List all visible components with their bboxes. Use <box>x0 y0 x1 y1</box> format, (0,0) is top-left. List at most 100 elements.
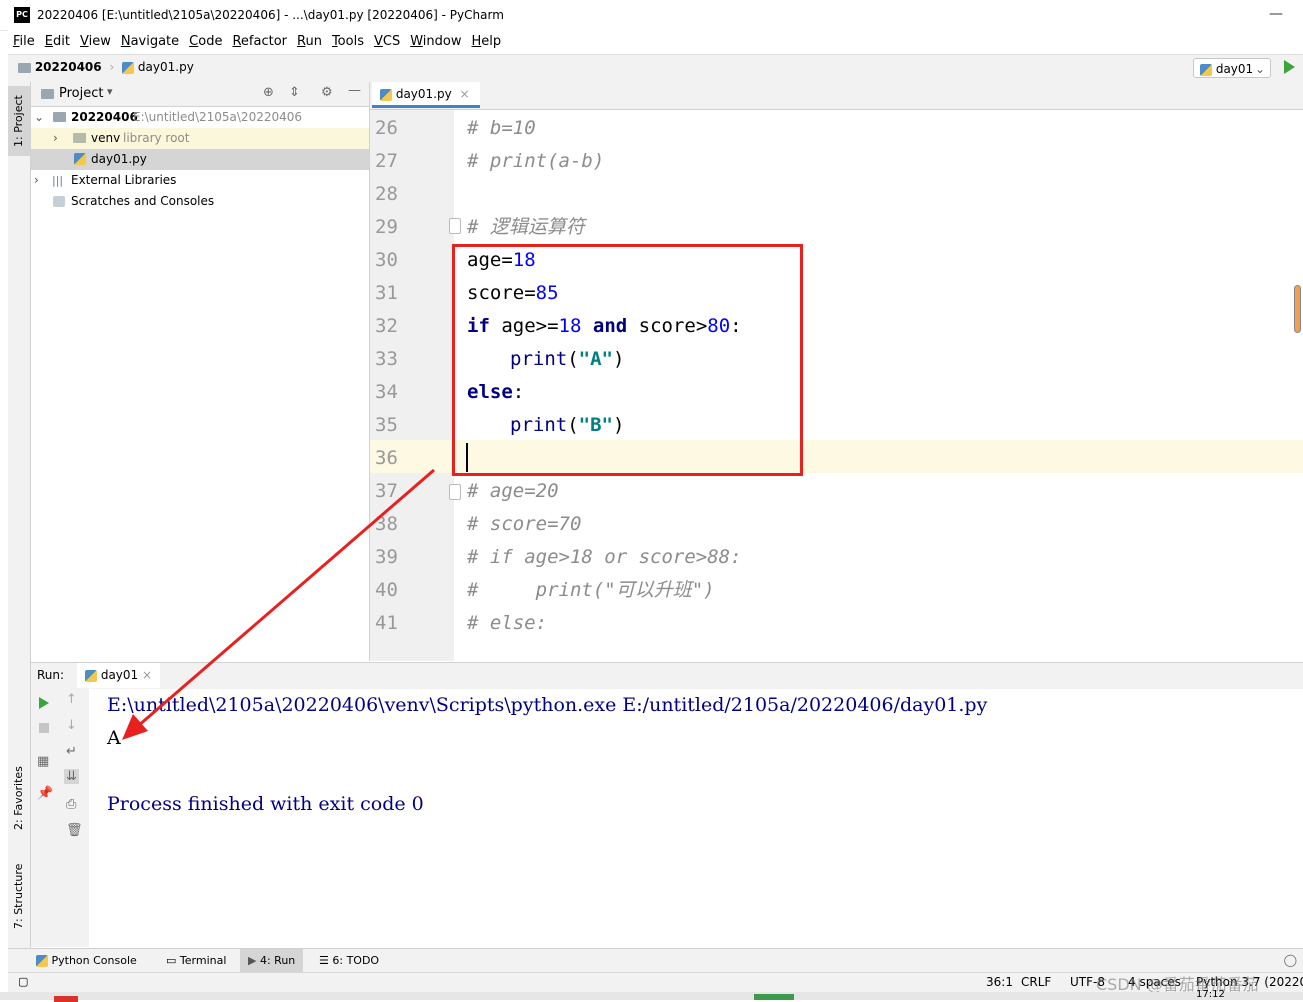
tab-run[interactable]: ▶ 4: Run <box>240 949 304 973</box>
menu-file[interactable]: File <box>8 30 40 54</box>
run-button[interactable] <box>1284 60 1295 74</box>
python-file-icon <box>380 88 392 101</box>
breadcrumb-file[interactable]: day01.py <box>138 60 194 74</box>
tree-root-name: 20220406 <box>71 110 138 124</box>
project-icon <box>41 89 54 99</box>
library-folder-icon <box>73 133 86 143</box>
os-taskbar: 17:12 <box>0 989 1303 1002</box>
project-view-title[interactable]: Project <box>59 86 103 101</box>
python-icon <box>36 955 48 967</box>
tab-label: Terminal <box>179 954 227 967</box>
tree-item-file[interactable]: day01.py <box>31 149 369 170</box>
pin-icon[interactable]: 📌 <box>37 786 53 801</box>
run-toolbar: ↑ ↓ ↵ ⇊ ▦ 📌 ⎙ 🗑 <box>31 689 90 947</box>
editor-tab-bar: day01.py × <box>370 82 1303 110</box>
line-number: 30 <box>375 249 398 271</box>
line-number: 35 <box>375 414 398 436</box>
editor-scrollbar-thumb[interactable] <box>1294 285 1301 333</box>
run-configuration-label: day01 <box>1215 62 1254 76</box>
line-number: 31 <box>375 282 398 304</box>
navigation-bar: 20220406 › day01.py day01 ⌄ <box>8 54 1303 83</box>
trash-icon[interactable]: 🗑 <box>66 823 83 838</box>
console-exit-message: Process finished with exit code 0 <box>107 793 424 815</box>
menu-navigate[interactable]: Navigate <box>116 30 184 54</box>
menu-window[interactable]: Window <box>405 30 466 54</box>
line-number: 40 <box>375 579 398 601</box>
tree-item-venv[interactable]: › venv library root <box>31 128 369 149</box>
structure-tool-tab[interactable]: 7: Structure <box>8 852 30 940</box>
close-icon[interactable]: × <box>142 668 152 682</box>
status-line-separator[interactable]: CRLF <box>1021 975 1051 989</box>
chevron-down-icon[interactable]: ▾ <box>107 85 113 98</box>
tree-item-external-libraries[interactable]: › ||| External Libraries <box>31 170 369 191</box>
chevron-down-icon[interactable]: ⌄ <box>34 107 44 128</box>
menu-vcs[interactable]: VCS <box>369 30 405 54</box>
left-tool-strip: 1: Project 2: Favorites 7: Structure <box>8 82 31 948</box>
run-tab-day01[interactable]: day01 × <box>77 663 161 688</box>
gear-icon[interactable]: ⚙ <box>321 85 333 100</box>
run-console[interactable]: E:\untitled\2105a\20220406\venv\Scripts\… <box>89 689 1303 947</box>
favorites-tool-tab[interactable]: 2: Favorites <box>8 754 30 842</box>
chevron-right-icon[interactable]: › <box>53 128 58 149</box>
menu-view[interactable]: View <box>75 30 116 54</box>
close-icon[interactable]: × <box>460 87 470 101</box>
tab-terminal[interactable]: ▭ Terminal <box>158 949 234 973</box>
tab-python-console[interactable]: Python Console <box>28 949 145 973</box>
arrow-up-icon[interactable]: ↑ <box>66 692 77 707</box>
tab-todo[interactable]: ☰ 6: TODO <box>311 949 387 973</box>
status-position[interactable]: 36:1 <box>986 975 1013 989</box>
taskbar-app-icon[interactable] <box>754 994 794 1000</box>
breadcrumb-project[interactable]: 20220406 <box>35 60 102 74</box>
terminal-icon: ▭ <box>166 954 177 967</box>
code-line-37: # age=20 <box>467 480 559 502</box>
code-line-40: # print("可以升班") <box>467 579 715 601</box>
menu-code[interactable]: Code <box>184 30 227 54</box>
tree-external-label: External Libraries <box>71 173 177 187</box>
python-file-icon <box>122 61 135 74</box>
editor-tab-day01[interactable]: day01.py × <box>372 82 480 108</box>
chevron-right-icon[interactable]: › <box>34 170 39 191</box>
tree-item-scratches[interactable]: Scratches and Consoles <box>31 191 369 212</box>
menu-help[interactable]: Help <box>467 30 507 54</box>
list-icon: ☰ <box>319 954 329 967</box>
fold-icon[interactable] <box>449 484 461 500</box>
locate-icon[interactable]: ⊕ <box>263 85 274 100</box>
run-tab-label: day01 <box>100 668 139 682</box>
clock-time: 17:12 <box>1196 989 1225 1000</box>
code-line-39: # if age>18 or score>88: <box>467 546 742 568</box>
editor-tab-label: day01.py <box>395 87 452 101</box>
breadcrumb-separator-icon: › <box>109 60 115 74</box>
project-tool-tab[interactable]: 1: Project <box>8 86 30 156</box>
line-number: 38 <box>375 513 398 535</box>
console-command: E:\untitled\2105a\20220406\venv\Scripts\… <box>107 694 988 716</box>
minimize-icon[interactable]: — <box>1269 6 1283 22</box>
line-number: 37 <box>375 480 398 502</box>
menu-run[interactable]: Run <box>292 30 327 54</box>
code-line-29: # 逻辑运算符 <box>467 216 585 238</box>
project-panel: Project ▾ ⊕ ⇕ ⚙ — ⌄ 20220406 E:\untitled… <box>31 82 370 661</box>
menu-edit[interactable]: Edit <box>40 30 75 54</box>
stop-icon[interactable] <box>39 723 49 733</box>
line-number: 27 <box>375 150 398 172</box>
scroll-to-end-icon[interactable]: ⇊ <box>64 769 79 784</box>
soft-wrap-icon[interactable]: ↵ <box>66 744 77 759</box>
tool-windows-icon[interactable]: ▢ <box>18 975 28 988</box>
tree-venv-name: venv <box>91 131 121 145</box>
layout-icon[interactable]: ▦ <box>37 754 49 769</box>
python-icon <box>1200 63 1212 76</box>
tree-item-root[interactable]: ⌄ 20220406 E:\untitled\2105a\20220406 <box>31 107 369 128</box>
event-log-icon[interactable]: ◯ <box>1284 953 1297 967</box>
hide-icon[interactable]: — <box>348 83 361 98</box>
tab-label: 6: TODO <box>332 954 380 967</box>
menu-tools[interactable]: Tools <box>327 30 369 54</box>
line-number: 33 <box>375 348 398 370</box>
fold-icon[interactable] <box>449 218 461 234</box>
libraries-icon: ||| <box>52 174 64 187</box>
run-configuration-select[interactable]: day01 ⌄ <box>1193 58 1271 78</box>
print-icon[interactable]: ⎙ <box>66 797 76 812</box>
taskbar-app-icon[interactable] <box>54 996 78 1002</box>
rerun-icon[interactable] <box>39 697 49 709</box>
menu-refactor[interactable]: Refactor <box>227 30 292 54</box>
collapse-all-icon[interactable]: ⇕ <box>289 85 300 100</box>
arrow-down-icon[interactable]: ↓ <box>66 718 77 733</box>
